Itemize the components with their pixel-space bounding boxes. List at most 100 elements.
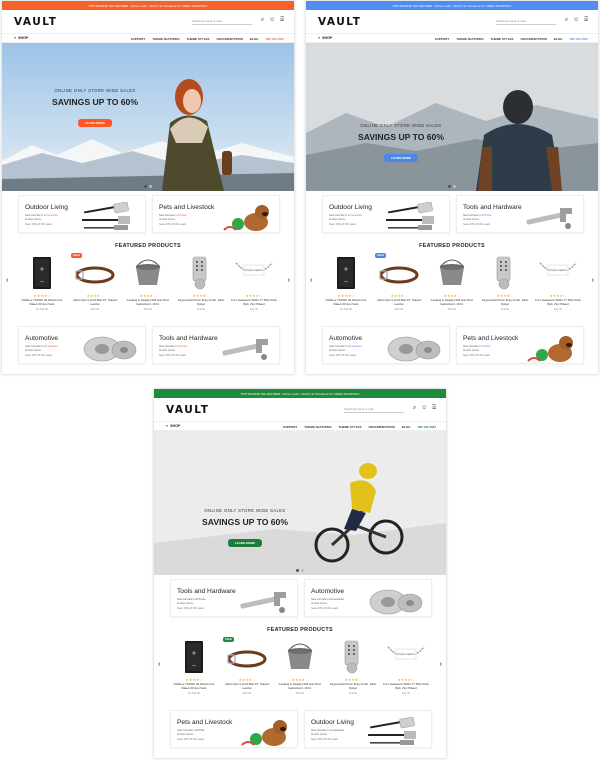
category-card-tools[interactable]: Tools and Hardware New Arrivals in All To…	[170, 579, 298, 617]
chain-icon[interactable]: Choose Options	[382, 639, 430, 675]
category-title[interactable]: Tools and Hardware	[177, 588, 236, 595]
product-name[interactable]: Lucz Hardware W021-7T 820 Chain Bolt, Zi…	[534, 298, 582, 306]
cart-icon[interactable]: ⌸	[280, 17, 284, 23]
carousel-prev-arrow[interactable]: ‹	[158, 661, 160, 668]
category-promo[interactable]: Save 40% off this week	[159, 223, 186, 226]
nav-link-blog[interactable]: BLOG	[402, 425, 411, 429]
store-logo[interactable]: VAULT	[14, 16, 57, 28]
category-promo[interactable]: Save 40% off this week	[25, 354, 52, 357]
category-link[interactable]: All Pets	[177, 214, 186, 217]
product-card[interactable]: ★★★★☆ Cooking & Heating 596 Gas Rod, Galv…	[428, 255, 476, 321]
learn-more-button[interactable]: LEARN MORE	[77, 119, 113, 127]
nav-link-support[interactable]: SUPPORT	[435, 37, 450, 41]
category-link[interactable]: Accessories	[347, 214, 362, 217]
slider-dot[interactable]	[453, 185, 456, 188]
nav-link-blog[interactable]: BLOG	[554, 37, 563, 41]
nav-link-theme-styles[interactable]: THEME STYLES	[491, 37, 514, 41]
cart-icon[interactable]: ⌸	[432, 405, 436, 411]
search-icon[interactable]: ⌕	[261, 17, 264, 23]
product-name[interactable]: Lucz Hardware W021-7T 820 Chain Bolt, Zi…	[382, 682, 430, 690]
product-card[interactable]: ★★★★☆ Keypad Electronic Entry Knob, Satin…	[481, 255, 529, 321]
category-link[interactable]: All Pets	[481, 345, 490, 348]
product-name[interactable]: Cooking & Heating 596 Gas Rod, Galvanize…	[276, 682, 324, 690]
category-card-auto[interactable]: Automotive New Arrivals in Accessories at …	[322, 326, 450, 364]
product-name[interactable]: Safebox TS0604 45-Minute Fire Rated 40 G…	[170, 682, 218, 690]
safe-icon[interactable]	[322, 255, 370, 291]
search-icon[interactable]: ⌕	[565, 17, 568, 23]
product-card[interactable]: SALE ★★★★☆ Calvin Men's Anvil Belt 32" Cla…	[375, 253, 423, 321]
category-title[interactable]: Pets and Livestock	[159, 204, 214, 211]
search-input[interactable]: Search by name & code	[192, 18, 252, 25]
nav-link-documentation[interactable]: DOCUMENTATION	[521, 37, 547, 41]
category-promo[interactable]: Save 40% off this week	[463, 223, 490, 226]
product-name[interactable]: Lucz Hardware W021-7T 820 Chain Bolt, Zi…	[230, 298, 278, 306]
shop-menu-button[interactable]: ≡ SHOP	[166, 424, 180, 428]
store-logo[interactable]: VAULT	[318, 16, 361, 28]
category-link[interactable]: All Tools	[481, 214, 491, 217]
search-icon[interactable]: ⌕	[413, 405, 416, 411]
hero-banner[interactable]: ONLINE ONLY STORE WIDE SALES SAVINGS UP T…	[2, 43, 294, 191]
product-card[interactable]: Choose Options ★★★★☆ Lucz Hardware W021-7T…	[534, 255, 582, 321]
category-title[interactable]: Automotive	[329, 335, 362, 342]
belt-icon[interactable]	[375, 255, 423, 291]
category-promo[interactable]: Save 40% off this week	[329, 223, 356, 226]
category-link[interactable]: Accessories	[347, 345, 362, 348]
category-title[interactable]: Automotive	[25, 335, 58, 342]
category-title[interactable]: Outdoor Living	[25, 204, 68, 211]
belt-icon[interactable]	[223, 639, 271, 675]
user-icon[interactable]: ☺	[269, 17, 275, 23]
category-title[interactable]: Outdoor Living	[311, 719, 354, 726]
search-input[interactable]: Search by name & code	[344, 406, 404, 413]
phone-number[interactable]: 780 123-4567	[569, 37, 588, 41]
product-name[interactable]: Keypad Electronic Entry Knob, Satin Nick…	[481, 298, 529, 306]
category-title[interactable]: Tools and Hardware	[463, 204, 522, 211]
product-card[interactable]: ★★★★☆ Safebox TS0604 45-Minute Fire Rated…	[170, 639, 218, 705]
cart-icon[interactable]: ⌸	[584, 17, 588, 23]
keypad-icon[interactable]	[329, 639, 377, 675]
nav-link-theme-features[interactable]: THEME FEATURES	[304, 425, 331, 429]
product-card[interactable]: SALE ★★★★☆ Calvin Men's Anvil Belt 32" Cla…	[223, 637, 271, 705]
keypad-icon[interactable]	[177, 255, 225, 291]
nav-link-theme-styles[interactable]: THEME STYLES	[187, 37, 210, 41]
nav-link-support[interactable]: SUPPORT	[131, 37, 146, 41]
category-card-outdoor[interactable]: Outdoor Living New Arrivals in Accessorie…	[322, 195, 450, 233]
slider-dot[interactable]	[296, 569, 299, 572]
category-title[interactable]: Tools and Hardware	[159, 335, 218, 342]
category-link[interactable]: All Pets	[195, 729, 204, 732]
category-link[interactable]: All Tools	[195, 598, 205, 601]
slider-dot[interactable]	[448, 185, 451, 188]
carousel-next-arrow[interactable]: ›	[592, 277, 594, 284]
shop-menu-button[interactable]: ≡ SHOP	[14, 36, 28, 40]
carousel-prev-arrow[interactable]: ‹	[310, 277, 312, 284]
category-promo[interactable]: Save 40% off this week	[177, 738, 204, 741]
category-card-auto[interactable]: Automotive New Arrivals in Accessories at …	[18, 326, 146, 364]
category-card-outdoor[interactable]: Outdoor Living New Arrivals in Accessorie…	[304, 710, 432, 748]
category-card-tools[interactable]: Tools and Hardware New Arrivals in All To…	[152, 326, 280, 364]
slider-dots[interactable]	[296, 569, 304, 572]
hero-banner[interactable]: ONLINE ONLY STORE WIDE SALES SAVINGS UP T…	[154, 431, 446, 575]
phone-number[interactable]: 780 123-4567	[265, 37, 284, 41]
category-promo[interactable]: Save 40% off this week	[329, 354, 356, 357]
carousel-prev-arrow[interactable]: ‹	[6, 277, 8, 284]
category-card-pets[interactable]: Pets and Livestock New Arrivals in All Pe…	[456, 326, 584, 364]
slider-dot[interactable]	[301, 569, 304, 572]
product-name[interactable]: Keypad Electronic Entry Knob, Satin Nick…	[329, 682, 377, 690]
slider-dots[interactable]	[144, 185, 152, 188]
category-link[interactable]: Accessories	[329, 729, 344, 732]
product-name[interactable]: Safebox TS0604 45-Minute Fire Rated 40 G…	[322, 298, 370, 306]
product-card[interactable]: ★★★★☆ Safebox TS0604 45-Minute Fire Rated…	[18, 255, 66, 321]
bucket-icon[interactable]	[276, 639, 324, 675]
bucket-icon[interactable]	[124, 255, 172, 291]
category-promo[interactable]: Save 40% off this week	[25, 223, 52, 226]
product-card[interactable]: Choose Options ★★★★☆ Lucz Hardware W021-7T…	[230, 255, 278, 321]
product-name[interactable]: Calvin Men's Anvil Belt 32" Classic Leat…	[375, 298, 423, 306]
carousel-next-arrow[interactable]: ›	[440, 661, 442, 668]
nav-link-documentation[interactable]: DOCUMENTATION	[369, 425, 395, 429]
chain-icon[interactable]: Choose Options	[534, 255, 582, 291]
nav-link-theme-features[interactable]: THEME FEATURES	[456, 37, 483, 41]
hero-banner[interactable]: ONLINE ONLY STORE WIDE SALES SAVINGS UP T…	[306, 43, 598, 191]
nav-link-theme-features[interactable]: THEME FEATURES	[152, 37, 179, 41]
category-card-outdoor[interactable]: Outdoor Living New Arrivals in Accessorie…	[18, 195, 146, 233]
category-promo[interactable]: Save 40% off this week	[177, 607, 204, 610]
slider-dots[interactable]	[448, 185, 456, 188]
